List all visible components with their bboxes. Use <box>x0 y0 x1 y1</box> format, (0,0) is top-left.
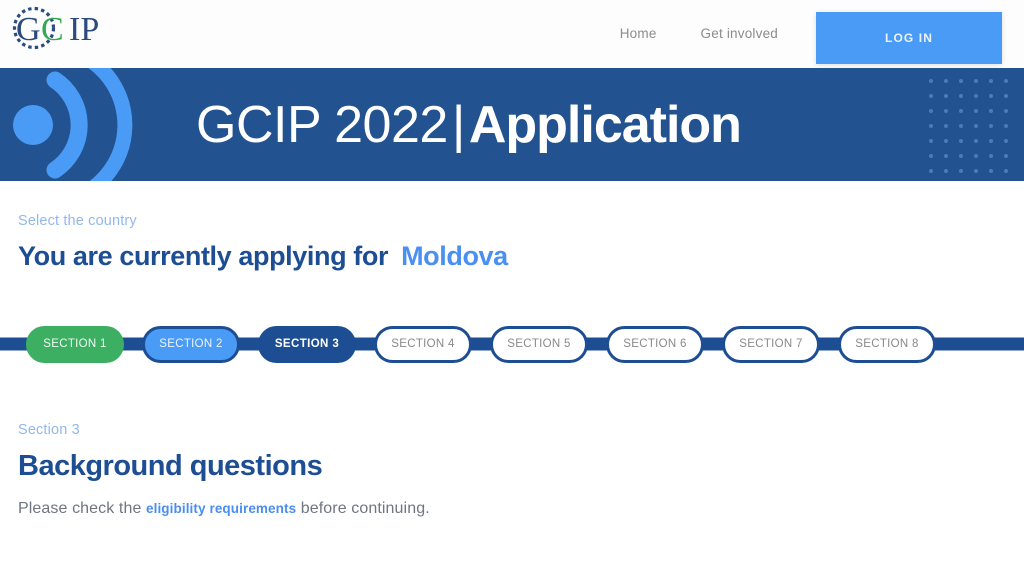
login-button[interactable]: LOG IN <box>816 12 1002 64</box>
signal-waves-decoration <box>13 68 133 181</box>
stepper-item-section-8[interactable]: SECTION 8 <box>838 325 936 363</box>
stepper-item-section-2[interactable]: SECTION 2 <box>142 325 240 363</box>
banner-title: GCIP 2022|Application <box>196 95 742 155</box>
section-stepper: SECTION 1 SECTION 2 SECTION 3 SECTION 4 … <box>0 314 1024 374</box>
stepper-items: SECTION 1 SECTION 2 SECTION 3 SECTION 4 … <box>0 314 1024 374</box>
eligibility-requirements-link[interactable]: eligibility requirements <box>146 501 296 516</box>
stepper-item-section-3[interactable]: SECTION 3 <box>258 325 356 363</box>
gcip-logo[interactable]: G C IP <box>12 6 130 50</box>
page-banner: GCIP 2022|Application <box>0 68 1024 181</box>
country-selection-block: Select the country You are currently app… <box>0 181 1024 272</box>
nav-home[interactable]: Home <box>598 0 679 68</box>
banner-title-light: GCIP 2022 <box>196 95 448 154</box>
country-heading-prefix: You are currently applying for <box>18 241 389 271</box>
top-navigation-bar: G C IP Home Get involved LOG IN <box>0 0 1024 68</box>
section-eyebrow: Section 3 <box>18 422 80 438</box>
stepper-item-section-7[interactable]: SECTION 7 <box>722 325 820 363</box>
section-note: Please check the eligibility requirement… <box>18 500 1024 518</box>
country-name[interactable]: Moldova <box>401 241 508 271</box>
gcip-logo-icon: G C IP <box>12 6 99 50</box>
section-content-block: Section 3 Background questions Please ch… <box>0 374 1024 518</box>
section-note-after: before continuing. <box>296 500 430 517</box>
nav-get-involved[interactable]: Get involved <box>679 0 800 68</box>
country-select-label: Select the country <box>18 213 137 229</box>
section-note-before: Please check the <box>18 500 146 517</box>
svg-text:IP: IP <box>69 11 99 48</box>
svg-text:G: G <box>16 11 41 48</box>
stepper-item-section-5[interactable]: SECTION 5 <box>490 325 588 363</box>
header-nav-group: Home Get involved LOG IN <box>598 0 1024 68</box>
stepper-item-section-1[interactable]: SECTION 1 <box>26 325 124 363</box>
svg-text:C: C <box>41 11 64 48</box>
dot-grid-decoration <box>929 79 1008 173</box>
stepper-item-section-4[interactable]: SECTION 4 <box>374 325 472 363</box>
banner-title-bold: Application <box>468 95 742 154</box>
stepper-item-section-6[interactable]: SECTION 6 <box>606 325 704 363</box>
page-title: Background questions <box>18 450 323 482</box>
banner-title-separator: | <box>451 95 466 154</box>
country-current-heading: You are currently applying for Moldova <box>18 241 1024 272</box>
